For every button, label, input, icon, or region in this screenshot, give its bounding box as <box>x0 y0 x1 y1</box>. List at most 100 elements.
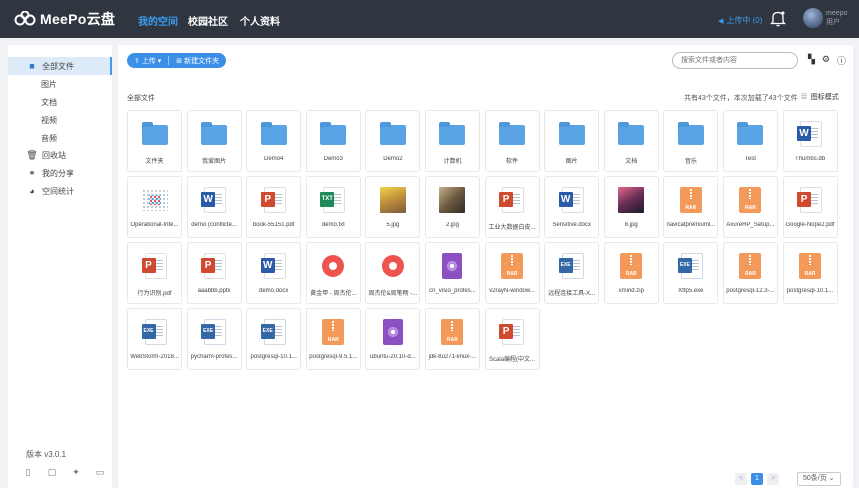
file-item[interactable]: 5.jpg <box>365 176 421 238</box>
file-item[interactable]: 软件 <box>484 110 540 172</box>
sidebar-item-label: 回收站 <box>42 150 66 160</box>
file-item[interactable]: RAR navicatpremiuml... <box>663 176 719 238</box>
file-item[interactable]: RAR jdk-8u271-linux-... <box>424 308 480 370</box>
page-size-select[interactable]: 50条/页 ⌄ <box>797 472 841 486</box>
nav-my-space[interactable]: 我的空间 <box>138 13 178 28</box>
page-number-button[interactable]: 1 <box>751 473 763 485</box>
file-name: 我爱图片 <box>202 159 227 165</box>
file-item[interactable]: 周杰伦&周笔畅 -... <box>365 242 421 304</box>
rar-archive-icon: RAR <box>737 187 763 213</box>
file-item[interactable]: Demo4 <box>246 110 302 172</box>
file-item[interactable]: 文档 <box>603 110 659 172</box>
file-item[interactable]: P Scala编程(中文... <box>484 308 540 370</box>
phone-icon[interactable]: ▯ <box>21 467 35 478</box>
file-item[interactable]: EXE 远程连接工具-X... <box>544 242 600 304</box>
sidebar-item-videos[interactable]: 视频 <box>8 111 112 129</box>
file-item[interactable]: RAR postgresql-9.5.1... <box>305 308 361 370</box>
file-item[interactable]: Test <box>722 110 778 172</box>
file-name: Demo3 <box>323 156 343 162</box>
search-input[interactable] <box>672 52 798 69</box>
new-folder-button-label: 新建文件夹 <box>184 57 220 65</box>
file-item[interactable]: EXE Xftp5.exe <box>663 242 719 304</box>
nav-profile[interactable]: 个人资料 <box>240 13 280 28</box>
gear-icon[interactable]: ⚙ <box>822 54 830 67</box>
file-item[interactable]: 8.jpg <box>603 176 659 238</box>
file-item[interactable]: Pbook-55151.pdf <box>246 176 302 238</box>
view-mode-toggle[interactable]: ⁞⁞⁞ 图标模式 <box>801 92 839 102</box>
file-item[interactable]: TXT demo.txt <box>305 176 361 238</box>
share-icon: ⚭ <box>28 167 36 178</box>
file-item[interactable]: P Google-Nope2.pdf <box>782 176 838 238</box>
folder-icon <box>737 121 764 147</box>
file-item[interactable]: P 工业大数据白皮... <box>484 176 540 238</box>
file-item[interactable]: ubuntu-20.10-d... <box>365 308 421 370</box>
file-item[interactable]: 2.jpg <box>424 176 480 238</box>
file-item[interactable]: Wdemo.docx <box>246 242 302 304</box>
sidebar-item-audio[interactable]: 音频 <box>8 129 112 147</box>
sidebar-item-documents[interactable]: 文档 <box>8 93 112 111</box>
file-item[interactable]: RAR xmind.zip <box>603 242 659 304</box>
file-item[interactable]: EXE postgresql-10.1... <box>246 308 302 370</box>
tool-icons: ▚ ⚙ ⓘ <box>808 54 846 67</box>
breadcrumb[interactable]: 全部文件 <box>127 93 155 103</box>
file-item[interactable]: RAR postgresql-12.3-... <box>722 242 778 304</box>
file-name: Demo4 <box>264 156 284 162</box>
prev-page-button[interactable]: < <box>735 473 747 485</box>
file-name: 工业大数据白皮... <box>488 225 536 231</box>
sidebar-item-label: 视频 <box>41 115 57 125</box>
sidebar-item-recycle-bin[interactable]: 🗑 回收站 <box>8 146 112 164</box>
new-folder-button[interactable]: ⊞ 新建文件夹 <box>169 53 226 68</box>
next-page-button[interactable]: > <box>767 473 779 485</box>
sidebar-item-images[interactable]: 图片 <box>8 75 112 93</box>
file-item[interactable]: cn_visio_profes... <box>424 242 480 304</box>
file-item[interactable]: Demo2 <box>365 110 421 172</box>
file-item[interactable]: W Thumbs.db <box>782 110 838 172</box>
info-icon[interactable]: ⓘ <box>837 54 846 67</box>
file-item[interactable]: RAR AxureRP_Setup... <box>722 176 778 238</box>
file-item[interactable]: 文件夹 <box>127 110 182 172</box>
file-item[interactable]: RAR v2rayN-window... <box>484 242 540 304</box>
android-icon[interactable]: ✦ <box>69 467 83 478</box>
nav-campus-community[interactable]: 校园社区 <box>188 13 228 28</box>
rar-archive-icon: RAR <box>320 319 346 345</box>
sidebar: ■ 全部文件 图片 文档 视频 音频 🗑 回收站 ⚭ 我的分享 ◕ 空间统计 版… <box>8 45 129 488</box>
word-file-icon: W <box>201 187 227 213</box>
sidebar-item-my-shares[interactable]: ⚭ 我的分享 <box>8 164 112 182</box>
exe-file-icon: EXE <box>260 319 287 345</box>
file-item[interactable]: W Sensitive.docx <box>544 176 600 238</box>
file-item[interactable]: Demo3 <box>305 110 361 172</box>
file-item[interactable]: 我爱图片 <box>186 110 242 172</box>
avatar[interactable] <box>803 8 823 28</box>
upload-button[interactable]: ⇪ 上传 ▾ <box>127 53 168 68</box>
file-item[interactable]: Wdemo (conflicte... <box>186 176 242 238</box>
file-item[interactable]: EXE WebStorm-2018... <box>127 308 182 370</box>
file-item[interactable]: 黄金甲 - 周杰伦... <box>305 242 361 304</box>
file-name: aaabbb.pptx <box>197 288 231 294</box>
sidebar-item-all-files[interactable]: ■ 全部文件 <box>8 57 112 75</box>
upload-status[interactable]: ◀ 上传中 (0) <box>718 15 762 26</box>
file-name: Xftp5.exe <box>678 288 704 294</box>
powerpoint-file-icon: P <box>141 253 168 279</box>
folder-icon <box>260 121 287 147</box>
file-item[interactable]: Paaabbb.pptx <box>186 242 242 304</box>
chevron-down-icon: ⌄ <box>828 475 835 482</box>
sidebar-item-space-stats[interactable]: ◕ 空间统计 <box>8 182 112 200</box>
notification-bell-icon[interactable] <box>770 10 786 27</box>
file-item[interactable]: 图片 <box>544 110 600 172</box>
file-item[interactable]: EXE pycharm-profes... <box>186 308 242 370</box>
file-name: book-55151.pdf <box>252 222 295 228</box>
chevron-down-icon: ▾ <box>155 57 162 65</box>
file-name: Google-Nope2.pdf <box>785 222 835 228</box>
file-item[interactable]: Operational-Inte... <box>127 176 182 238</box>
grid-view-icon[interactable]: ▚ <box>808 54 815 67</box>
logo[interactable]: MeePo云盘 <box>14 9 115 29</box>
powerpoint-file-icon: P <box>499 319 525 345</box>
file-item[interactable]: RAR postgresql-10.1... <box>782 242 838 304</box>
file-item[interactable]: 计算机 <box>424 110 480 172</box>
desktop-icon[interactable]: ▭ <box>93 467 107 478</box>
user-name[interactable]: meepo 用户 <box>826 9 847 27</box>
pie-chart-icon: ◕ <box>29 186 35 196</box>
file-item[interactable]: 音乐 <box>663 110 719 172</box>
tablet-icon[interactable]: ▢ <box>45 467 59 478</box>
file-item[interactable]: P 行为识别.pdf <box>127 242 182 304</box>
